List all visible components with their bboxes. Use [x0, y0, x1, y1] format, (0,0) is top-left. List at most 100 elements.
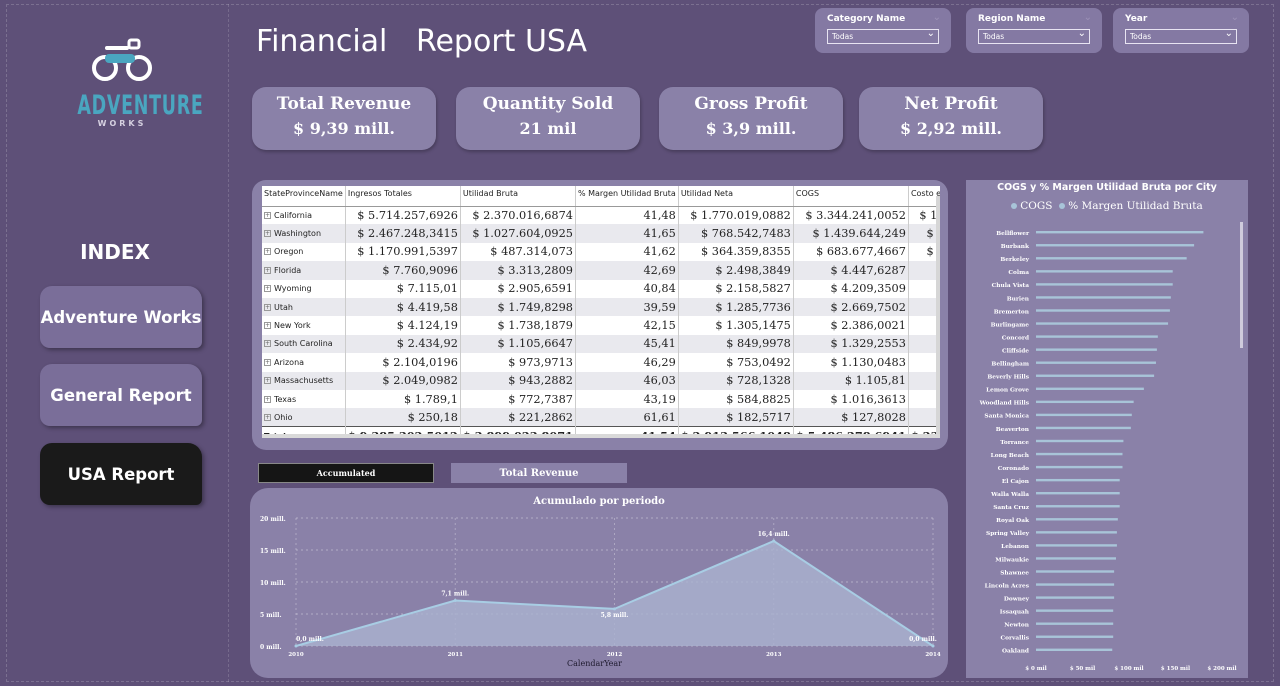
state-cell: + Wyoming: [262, 279, 346, 298]
column-header[interactable]: COGS: [793, 186, 909, 207]
table-row[interactable]: + California $ 5.714.257,6926 $ 2.370.016,6…: [262, 206, 940, 225]
expand-icon[interactable]: +: [264, 303, 271, 311]
table-cell: $ 973,9713: [460, 353, 576, 372]
table-cell: $ 7.760,9096: [345, 261, 461, 280]
table-cell: $ 5.714.257,6926: [345, 206, 461, 225]
state-name: Texas: [274, 394, 297, 404]
table-row[interactable]: + South Carolina $ 2.434,92 $ 1.105,6647 45,…: [262, 334, 940, 354]
region-name-dropdown[interactable]: Todas ⌄: [978, 28, 1090, 44]
column-header[interactable]: Ingresos Totales: [345, 186, 461, 207]
table-cell: $ 1.439.644,249: [793, 224, 909, 243]
tab-total-revenue[interactable]: Total Revenue: [451, 463, 627, 483]
expand-icon[interactable]: +: [264, 340, 271, 348]
city-label: Bellingham: [991, 362, 1029, 368]
year-slicer[interactable]: Year ⌄ Todas ⌄: [1113, 8, 1249, 53]
table-cell: 46,29: [575, 353, 679, 372]
table-row[interactable]: + Massachusetts $ 2.049,0982 $ 943,2882 46,0…: [262, 371, 940, 390]
table-row[interactable]: + Utah $ 4.419,58 $ 1.749,8298 39,59 $ 1.285,…: [262, 297, 940, 317]
cogs-bar-chart[interactable]: Bellflower Burbank Berkeley Colma Chula Vist…: [966, 180, 1248, 678]
expand-icon[interactable]: +: [264, 285, 271, 293]
year-dropdown[interactable]: Todas ⌄: [1125, 28, 1237, 44]
column-header[interactable]: Utilidad Neta: [678, 186, 794, 207]
category-name-dropdown[interactable]: Todas ⌄: [827, 28, 939, 44]
expand-icon[interactable]: +: [264, 358, 271, 366]
table-cell: 43,19: [575, 389, 679, 409]
city-label: Burbank: [1001, 244, 1030, 250]
category-name-slicer[interactable]: Category Name ⌄ Todas ⌄: [815, 8, 951, 53]
city-label: Woodland Hills: [979, 401, 1030, 407]
city-label: Beverly Hills: [987, 375, 1029, 381]
slicer-label: Category Name: [827, 14, 906, 24]
vertical-scrollbar[interactable]: [936, 196, 940, 436]
state-name: Utah: [274, 302, 293, 312]
clear-filter-icon[interactable]: ⌄: [933, 12, 941, 23]
table-cell: $ 2.386,0021: [793, 316, 909, 335]
state-matrix-table[interactable]: StateProvinceName Ingresos Totales Utili…: [262, 186, 940, 438]
table-row[interactable]: + Ohio $ 250,18 $ 221,2862 61,61 $ 182,5717 $ …: [262, 408, 940, 427]
table-cell: $ 683.677,4667: [793, 242, 909, 262]
column-header[interactable]: StateProvinceName: [262, 186, 346, 207]
clear-filter-icon[interactable]: ⌄: [1231, 12, 1239, 23]
city-label: Walla Walla: [990, 492, 1029, 498]
horizontal-scrollbar[interactable]: [262, 434, 940, 438]
table-row[interactable]: + Arizona $ 2.104,0196 $ 973,9713 46,29 $ 753…: [262, 353, 940, 372]
table-row[interactable]: + Florida $ 7.760,9096 $ 3.313,2809 42,69 $ 2…: [262, 261, 940, 280]
expand-icon[interactable]: +: [264, 377, 271, 385]
table-cell: $ 3.344.241,0052: [793, 206, 909, 225]
table-row[interactable]: + Washington $ 2.467.248,3415 $ 1.027.604,0…: [262, 224, 940, 243]
city-label: Spring Valley: [986, 531, 1030, 537]
column-header[interactable]: % Margen Utilidad Bruta: [575, 186, 679, 207]
state-cell: + Utah: [262, 297, 346, 317]
table-cell: $ 2.370.016,6874: [460, 206, 576, 225]
nav-button-adventure-works[interactable]: Adventure Works: [40, 286, 202, 348]
expand-icon[interactable]: +: [264, 248, 271, 256]
table-cell: $ 2.905,6591: [460, 279, 576, 298]
table-cell: $ 2.467.248,3415: [345, 224, 461, 243]
chevron-down-icon: ⌄: [1077, 28, 1086, 39]
table-cell: 40,84: [575, 279, 679, 298]
kpi-label: Net Profit: [904, 94, 998, 114]
region-name-slicer[interactable]: Region Name ⌄ Todas ⌄: [966, 8, 1102, 53]
data-point: [772, 539, 776, 543]
sort-descending-icon[interactable]: ▼: [452, 196, 457, 437]
bar: [1036, 544, 1117, 547]
expand-icon[interactable]: +: [264, 413, 271, 421]
nav-button-usa-report[interactable]: USA Report: [40, 443, 202, 505]
table-cell: $ 1.749,8298: [460, 297, 576, 317]
x-tick-label: $ 100 mil: [1114, 666, 1143, 672]
y-tick-label: 0 mill.: [260, 644, 282, 651]
table-cell: $ 2.498,3849: [678, 261, 794, 280]
table-row[interactable]: + Oregon $ 1.170.991,5397 $ 487.314,073 41,6…: [262, 242, 940, 262]
column-header[interactable]: Utilidad Bruta: [460, 186, 576, 207]
clear-filter-icon[interactable]: ⌄: [1084, 12, 1092, 23]
table-row[interactable]: + Texas $ 1.789,1 $ 772,7387 43,19 $ 584,8825…: [262, 389, 940, 409]
expand-icon[interactable]: +: [264, 322, 271, 330]
kpi-value: $ 3,9 mill.: [705, 119, 797, 138]
city-label: Corvallis: [1000, 636, 1029, 642]
table-cell: 42,15: [575, 316, 679, 335]
expand-icon[interactable]: +: [264, 395, 271, 403]
scrollbar: [1240, 222, 1243, 348]
table-row[interactable]: + New York $ 4.124,19 $ 1.738,1879 42,15 $ 1.…: [262, 316, 940, 335]
nav-button-general-report[interactable]: General Report: [40, 364, 202, 426]
accumulated-area-chart[interactable]: 0 mill. 5 mill. 10 mill. 15 mill. 20 mill. 0,…: [250, 488, 948, 678]
city-label: Coronado: [998, 466, 1029, 472]
expand-icon[interactable]: +: [264, 266, 271, 274]
x-tick-label: 2014: [925, 652, 940, 658]
table-cell: $ 943,2882: [460, 371, 576, 390]
table-row[interactable]: + Wyoming $ 7.115,01 $ 2.905,6591 40,84 $ 2.1…: [262, 279, 940, 298]
state-cell: + Massachusetts: [262, 371, 346, 390]
state-name: Wyoming: [274, 284, 312, 294]
table-cell: 46,03: [575, 371, 679, 390]
tab-accumulated[interactable]: Accumulated: [258, 463, 434, 483]
expand-icon[interactable]: +: [264, 230, 271, 238]
x-tick-label: 2010: [288, 652, 303, 658]
table-header-row: StateProvinceName Ingresos Totales Utili…: [262, 186, 940, 207]
expand-icon[interactable]: +: [264, 211, 271, 219]
bar: [1036, 557, 1116, 560]
bar: [1036, 413, 1132, 417]
bar: [1036, 361, 1156, 364]
bar: [1036, 322, 1169, 325]
table-cell: $ 1.738,1879: [460, 316, 576, 335]
state-cell: + Ohio: [262, 408, 346, 427]
